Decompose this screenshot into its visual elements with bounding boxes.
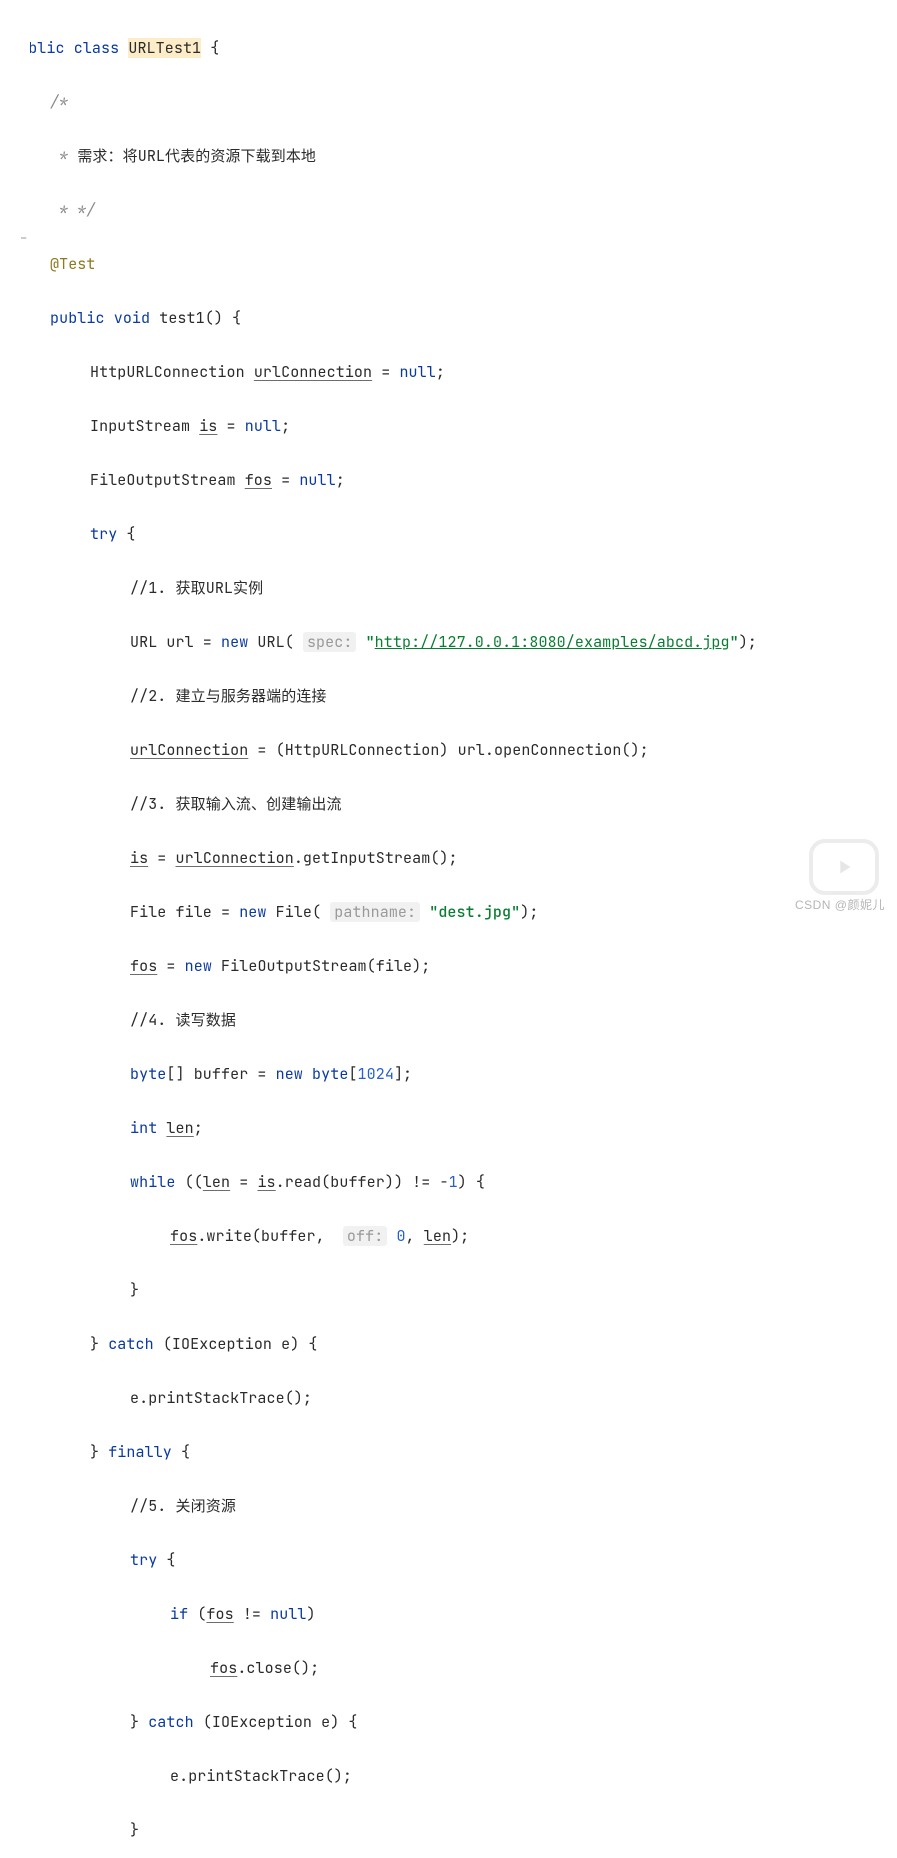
code-line: } [10,1817,897,1844]
code-line: FileOutputStream fos = null; [10,467,897,494]
code-line: public void test1() { [10,305,897,332]
class-name-highlight: URLTest1 [128,38,201,58]
code-line: //3. 获取输入流、创建输出流 [10,791,897,818]
code-line: fos.write(buffer, off: 0, len); [10,1223,897,1250]
code-line: //1. 获取URL实例 [10,575,897,602]
code-line: } catch (IOException e) { [10,1331,897,1358]
code-line: try { [10,521,897,548]
code-line: File file = new File( pathname: "dest.jp… [10,899,897,926]
code-line: urlConnection = (HttpURLConnection) url.… [10,737,897,764]
fold-marker[interactable]: – [20,225,27,252]
code-line: public class URLTest1 { [10,35,897,62]
code-line: byte[] buffer = new byte[1024]; [10,1061,897,1088]
code-line: while ((len = is.read(buffer)) != -1) { [10,1169,897,1196]
code-line: /* [10,89,897,116]
code-line: HttpURLConnection urlConnection = null; [10,359,897,386]
code-line: } [10,1277,897,1304]
code-line: InputStream is = null; [10,413,897,440]
param-hint: off: [343,1226,387,1246]
code-line: //2. 建立与服务器端的连接 [10,683,897,710]
watermark-text: CSDN @颜妮儿 [795,892,885,919]
editor-gutter: – [0,0,30,929]
code-editor[interactable]: public class URLTest1 { /* * 需求：将URL代表的资… [0,0,897,1858]
code-line: * */ [10,197,897,224]
code-line: e.printStackTrace(); [10,1385,897,1412]
code-line: //5. 关闭资源 [10,1493,897,1520]
code-line: URL url = new URL( spec: "http://127.0.0… [10,629,897,656]
code-line: int len; [10,1115,897,1142]
code-line: e.printStackTrace(); [10,1763,897,1790]
code-line: } catch (IOException e) { [10,1709,897,1736]
code-line: } finally { [10,1439,897,1466]
code-line: if (fos != null) [10,1601,897,1628]
code-line: is = urlConnection.getInputStream(); [10,845,897,872]
code-line: fos.close(); [10,1655,897,1682]
code-line: @Test [10,251,897,278]
code-line: * 需求：将URL代表的资源下载到本地 [10,143,897,170]
param-hint: pathname: [330,902,420,922]
code-line: fos = new FileOutputStream(file); [10,953,897,980]
code-line: try { [10,1547,897,1574]
code-line: //4. 读写数据 [10,1007,897,1034]
play-overlay-icon[interactable] [809,839,879,895]
param-hint: spec: [303,632,357,652]
